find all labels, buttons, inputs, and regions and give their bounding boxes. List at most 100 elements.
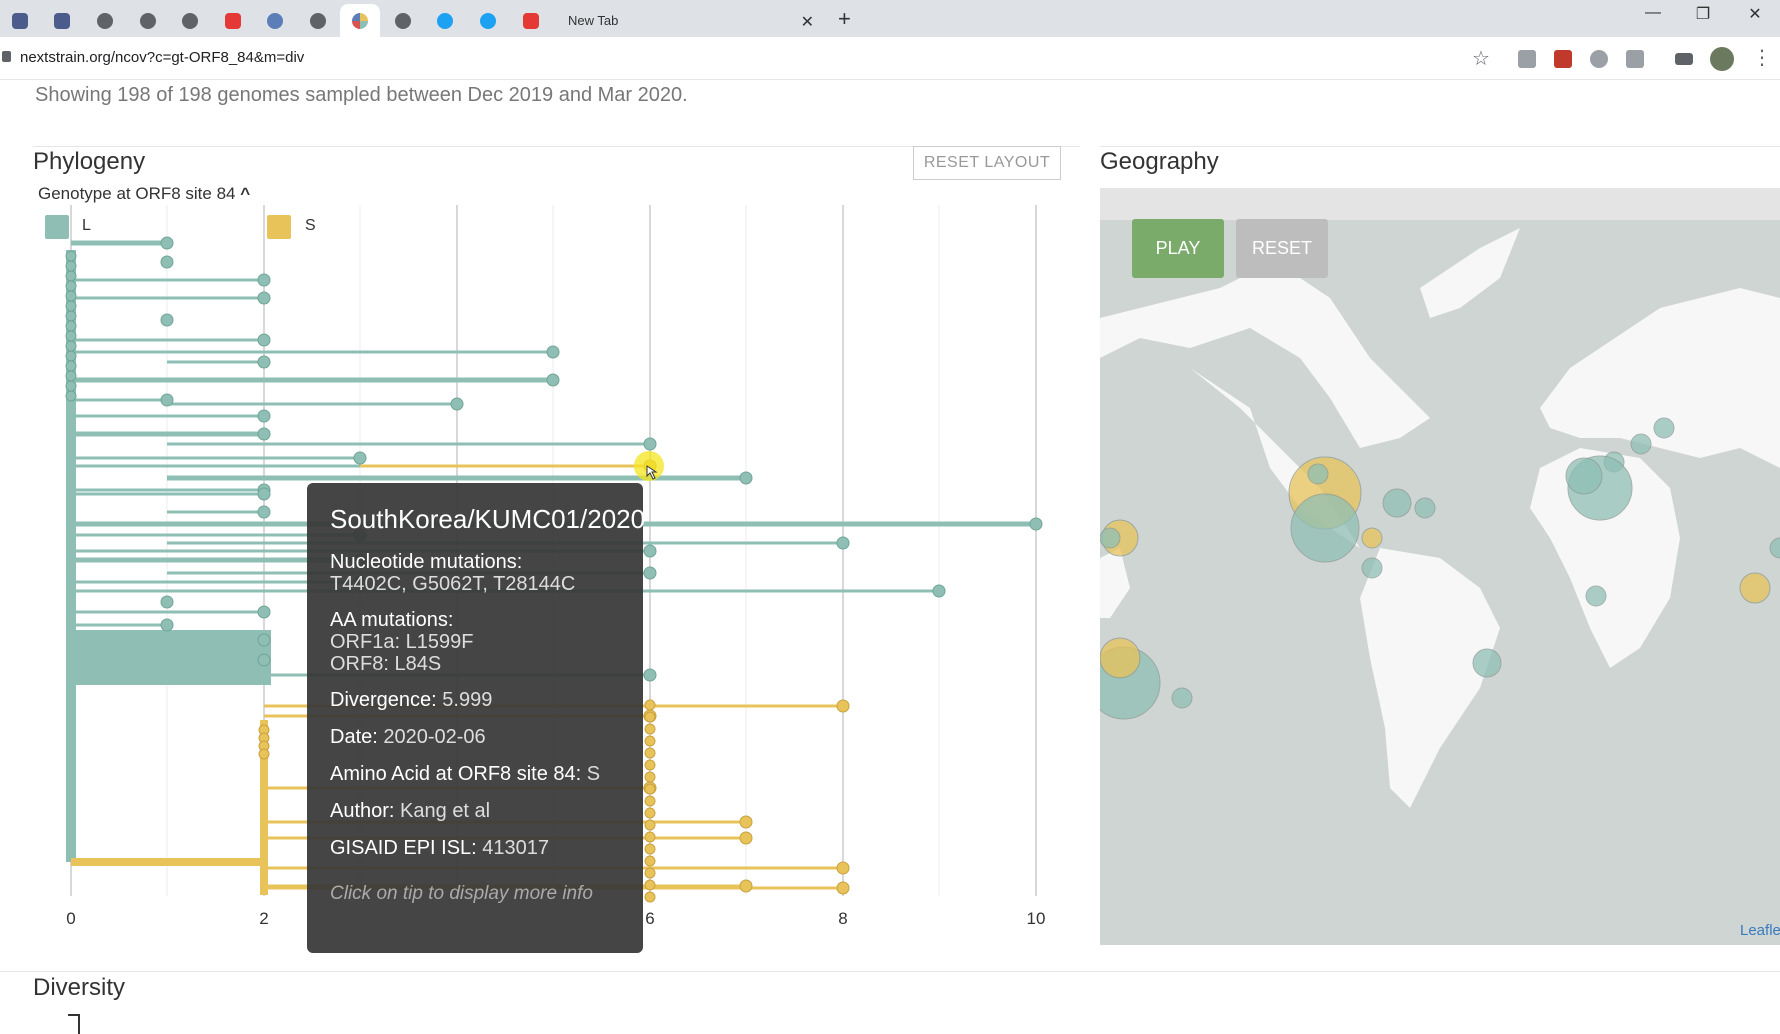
tooltip-nuc-mutations: Nucleotide mutations: T4402C, G5062T, T2… (330, 551, 620, 595)
tooltip-date: Date: 2020-02-06 (330, 726, 620, 748)
map-location-circle (1100, 637, 1141, 679)
geography-map[interactable] (1100, 188, 1780, 945)
tree-tip[interactable] (65, 250, 77, 262)
tree-tip[interactable] (644, 771, 656, 783)
tree-tip[interactable] (644, 759, 656, 771)
tree-tip[interactable] (739, 831, 753, 845)
tree-tip[interactable] (836, 861, 850, 875)
tree-tip[interactable] (644, 699, 656, 711)
tree-tip[interactable] (644, 879, 656, 891)
tree-tip[interactable] (257, 653, 271, 667)
tree-tip[interactable] (644, 891, 656, 903)
tree-tip[interactable] (739, 879, 753, 893)
tree-tip[interactable] (258, 748, 270, 760)
tree-tip[interactable] (932, 584, 946, 598)
tree-tip[interactable] (257, 605, 271, 619)
tree-tip[interactable] (644, 795, 656, 807)
tree-tip[interactable] (65, 290, 77, 302)
map-location-circle (1565, 457, 1603, 495)
tree-tip[interactable] (160, 595, 174, 609)
tree-tip[interactable] (160, 313, 174, 327)
tooltip-value: ORF1a: L1599F (330, 631, 474, 653)
tree-tip[interactable] (836, 536, 850, 550)
tree-tip[interactable] (1029, 517, 1043, 531)
tree-tip[interactable] (644, 867, 656, 879)
map-location-circle (1585, 585, 1607, 607)
tree-tip[interactable] (257, 633, 271, 647)
leaflet-attribution[interactable]: Leafle (1740, 922, 1780, 939)
tree-tip[interactable] (65, 330, 77, 342)
tree-tip[interactable] (644, 831, 656, 843)
map-location-circle (1382, 488, 1412, 518)
tree-tip[interactable] (644, 723, 656, 735)
tree-tip[interactable] (644, 735, 656, 747)
tooltip-label: Divergence: (330, 689, 437, 711)
tree-tip[interactable] (65, 260, 77, 272)
tree-tip[interactable] (65, 280, 77, 292)
tooltip-aa-mutations: AA mutations: ORF1a: L1599F ORF8: L84S (330, 609, 620, 675)
axis-tick-label: 10 (1026, 909, 1046, 928)
tree-tip[interactable] (739, 471, 753, 485)
tree-tip[interactable] (450, 397, 464, 411)
tree-tip[interactable] (257, 427, 271, 441)
map-location-circle (1472, 648, 1502, 678)
tree-tip[interactable] (160, 393, 174, 407)
tree-tip[interactable] (65, 340, 77, 352)
tip-tooltip: SouthKorea/KUMC01/2020 Nucleotide mutati… (307, 483, 645, 953)
tooltip-value: 2020-02-06 (383, 726, 486, 748)
tree-tip[interactable] (644, 783, 656, 795)
tree-tip[interactable] (160, 255, 174, 269)
tree-tip[interactable] (65, 300, 77, 312)
tree-tip[interactable] (643, 437, 657, 451)
diversity-title: Diversity (33, 974, 126, 1001)
tree-tip[interactable] (644, 711, 656, 723)
tree-tip[interactable] (644, 807, 656, 819)
tree-tip[interactable] (644, 855, 656, 867)
play-button[interactable]: PLAY (1132, 219, 1224, 278)
tree-tip[interactable] (65, 370, 77, 382)
tooltip-label: Author: (330, 800, 395, 822)
tree-tip[interactable] (257, 355, 271, 369)
map-location-circle (1414, 497, 1436, 519)
tree-tip[interactable] (160, 618, 174, 632)
tree-tip[interactable] (257, 487, 271, 501)
tooltip-footer: Click on tip to display more info (330, 883, 593, 904)
map-location-circle (1630, 433, 1652, 455)
tree-tip[interactable] (257, 409, 271, 423)
tree-tip[interactable] (739, 815, 753, 829)
tree-tip[interactable] (257, 273, 271, 287)
map-reset-button[interactable]: RESET (1236, 219, 1328, 278)
tree-tip[interactable] (65, 360, 77, 372)
tooltip-value: 5.999 (442, 689, 493, 711)
axis-tick-label: 0 (66, 909, 76, 928)
tree-tip[interactable] (546, 373, 560, 387)
tree-tip[interactable] (644, 843, 656, 855)
tree-tip[interactable] (643, 566, 657, 580)
tree-tip[interactable] (836, 881, 850, 895)
tree-tip[interactable] (836, 699, 850, 713)
tree-tip[interactable] (353, 451, 367, 465)
tooltip-value: Kang et al (400, 800, 491, 822)
tooltip-author: Author: Kang et al (330, 800, 620, 822)
hovered-tip-highlight[interactable] (634, 451, 664, 481)
tree-tip[interactable] (257, 291, 271, 305)
tree-tip[interactable] (644, 747, 656, 759)
tree-tip[interactable] (65, 380, 77, 392)
tree-tip[interactable] (257, 505, 271, 519)
tree-tip[interactable] (643, 544, 657, 558)
tree-tip[interactable] (257, 333, 271, 347)
tooltip-value: S (586, 763, 601, 785)
tree-tip[interactable] (546, 345, 560, 359)
tree-tip[interactable] (643, 668, 657, 682)
tree-tip[interactable] (644, 819, 656, 831)
map-location-circle (1171, 687, 1193, 709)
tree-tip[interactable] (65, 350, 77, 362)
world-map[interactable] (1100, 188, 1780, 945)
tree-tip[interactable] (65, 320, 77, 332)
tree-tip[interactable] (65, 270, 77, 282)
tree-tip[interactable] (65, 390, 77, 402)
tree-tip[interactable] (65, 310, 77, 322)
tree-tip[interactable] (160, 236, 174, 250)
tooltip-aa-site: Amino Acid at ORF8 site 84: S (330, 763, 620, 785)
map-location-circle (1100, 527, 1121, 549)
